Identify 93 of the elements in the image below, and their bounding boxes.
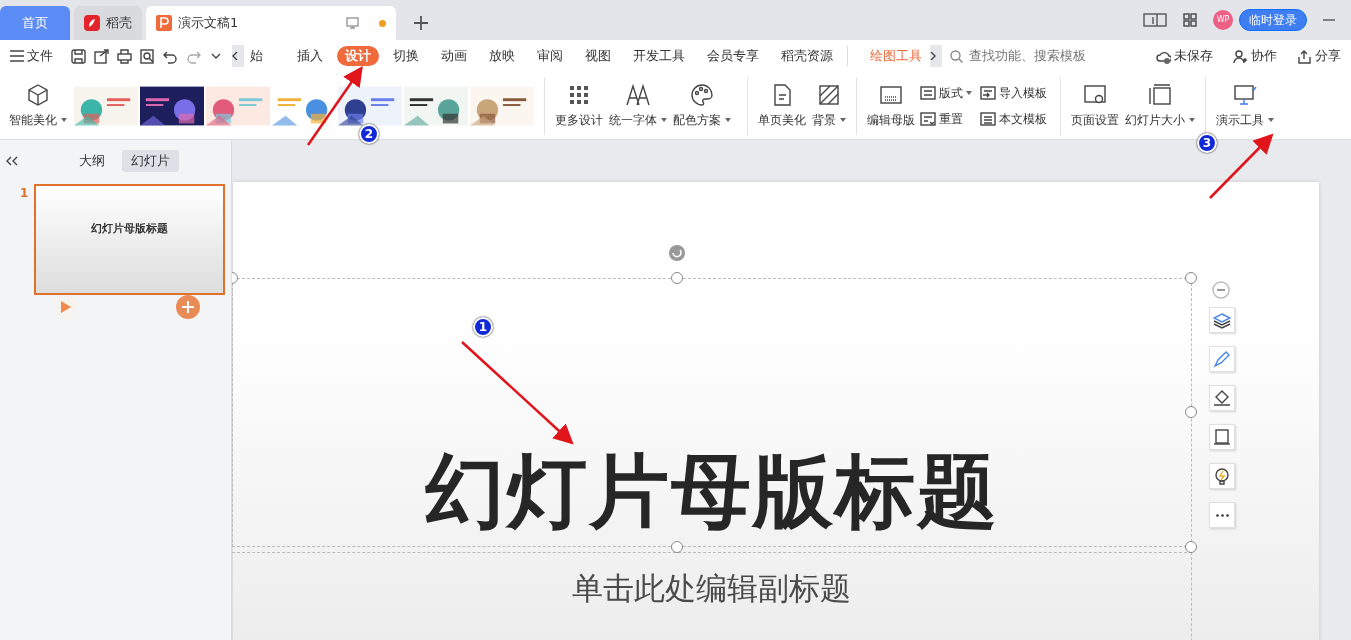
- export-icon[interactable]: [94, 48, 109, 64]
- view-tab[interactable]: 大纲: [70, 150, 114, 172]
- lightbulb-icon: [1213, 467, 1231, 485]
- ribbon-tab[interactable]: 开发工具: [625, 45, 693, 67]
- collapse-toolbar-icon[interactable]: [1212, 281, 1230, 299]
- slide-size-icon: [1148, 82, 1172, 107]
- toolbar-button[interactable]: 未保存: [1154, 46, 1215, 66]
- reset-icon: [920, 111, 936, 126]
- ribbon-button[interactable]: 本文模板: [978, 109, 1049, 128]
- ribbon-button[interactable]: 单页美化: [755, 82, 809, 129]
- float-toolbar-button[interactable]: [1209, 385, 1235, 411]
- layout-icon[interactable]: [1143, 13, 1167, 27]
- toolbar-button[interactable]: 分享: [1295, 46, 1343, 66]
- float-toolbar-button[interactable]: [1209, 307, 1235, 333]
- ribbon-tab[interactable]: 始: [248, 45, 265, 67]
- ribbon-tab[interactable]: 切换: [385, 45, 427, 67]
- scroll-right-button[interactable]: [930, 45, 942, 67]
- monitor-icon: [346, 17, 359, 29]
- float-toolbar-button[interactable]: [1209, 424, 1235, 450]
- font-icon: [626, 82, 650, 107]
- add-user-icon: [1233, 48, 1248, 64]
- pen-icon: [1213, 350, 1231, 368]
- more-icon: [1215, 513, 1229, 517]
- layers-icon: [1213, 311, 1231, 329]
- toolbar-button[interactable]: 协作: [1231, 46, 1279, 66]
- ribbon-button[interactable]: 背景: [809, 82, 849, 129]
- template-icon: [980, 111, 996, 126]
- play-icon: [61, 301, 72, 313]
- slide-thumbnail[interactable]: 幻灯片母版标题: [34, 184, 226, 295]
- hatched-square-icon: [817, 82, 841, 107]
- resize-handle[interactable]: [1185, 406, 1197, 418]
- ribbon-button[interactable]: 配色方案: [670, 82, 734, 129]
- resize-handle[interactable]: [1185, 272, 1197, 284]
- annotation-number: 2: [359, 124, 379, 144]
- ribbon-button[interactable]: 演示工具: [1213, 82, 1277, 129]
- ribbon-tab[interactable]: 视图: [577, 45, 619, 67]
- ribbon-button[interactable]: 重置: [918, 109, 974, 128]
- window-tab[interactable]: 演示文稿1: [146, 6, 396, 40]
- preview-icon[interactable]: [140, 48, 155, 64]
- plus-icon: [182, 301, 195, 313]
- collapse-icon[interactable]: [6, 156, 18, 166]
- chevron-right-icon: [930, 52, 936, 60]
- resize-handle[interactable]: [671, 272, 683, 284]
- rotate-handle-icon[interactable]: [667, 243, 687, 263]
- layout-icon: [920, 85, 936, 100]
- resize-handle[interactable]: [671, 541, 683, 553]
- ribbon-button[interactable]: 版式: [918, 83, 974, 102]
- save-icon[interactable]: [71, 48, 86, 64]
- share-icon: [1297, 48, 1312, 64]
- leaf-icon: [84, 15, 100, 31]
- thumbnail-title: 幻灯片母版标题: [91, 222, 169, 236]
- slide-title: 幻灯片母版标题: [425, 446, 999, 538]
- new-tab-icon[interactable]: [414, 16, 428, 30]
- ribbon-tab[interactable]: 稻壳资源: [773, 45, 841, 67]
- presentation-tool-icon: [1233, 82, 1257, 107]
- view-tab[interactable]: 幻灯片: [122, 150, 179, 172]
- menu-icon: [10, 50, 24, 62]
- ribbon-button[interactable]: 幻灯片大小: [1122, 82, 1198, 129]
- ribbon-button[interactable]: 编辑母版: [864, 82, 918, 129]
- ribbon-button[interactable]: 统一字体: [606, 82, 670, 129]
- ribbon-tab[interactable]: 会员专享: [699, 45, 767, 67]
- login-button[interactable]: 临时登录: [1239, 9, 1307, 31]
- add-slide-button[interactable]: [176, 295, 201, 319]
- annotation-arrow: [1209, 133, 1274, 199]
- ribbon-tab[interactable]: 动画: [433, 45, 475, 67]
- chevron-left-icon: [232, 52, 238, 60]
- ribbon-button[interactable]: 页面设置: [1068, 82, 1122, 129]
- import-icon: [980, 85, 996, 100]
- search-field[interactable]: 查找功能、搜索模板: [950, 45, 1107, 67]
- print-icon[interactable]: [117, 48, 132, 64]
- grid-icon[interactable]: [1183, 13, 1197, 27]
- presentation-file-icon: [156, 15, 172, 31]
- ribbon-button[interactable]: 更多设计: [552, 82, 606, 129]
- ribbon-button[interactable]: 导入模板: [978, 83, 1049, 102]
- frame-icon: [1213, 428, 1231, 446]
- float-toolbar-button[interactable]: [1209, 502, 1235, 528]
- slide-number: 1: [20, 185, 29, 198]
- ribbon-tab[interactable]: 插入: [289, 45, 331, 67]
- fill-icon: [1213, 389, 1231, 407]
- ribbon-button[interactable]: 智能美化: [6, 82, 70, 129]
- palette-icon: [690, 82, 714, 107]
- subtitle-placeholder[interactable]: 单击此处编辑副标题: [232, 552, 1192, 640]
- scroll-left-button[interactable]: [232, 45, 244, 67]
- resize-handle[interactable]: [1185, 541, 1197, 553]
- file-menu[interactable]: 文件: [8, 46, 55, 66]
- cube-icon: [26, 82, 50, 107]
- ribbon-tab[interactable]: 放映: [481, 45, 523, 67]
- window-tab[interactable]: 稻壳: [74, 6, 142, 40]
- slide-subtitle: 单击此处编辑副标题: [572, 569, 851, 608]
- annotation-number: 3: [1197, 133, 1217, 153]
- float-toolbar-button[interactable]: [1209, 463, 1235, 489]
- ribbon-tab[interactable]: 审阅: [529, 45, 571, 67]
- search-icon: [950, 49, 963, 63]
